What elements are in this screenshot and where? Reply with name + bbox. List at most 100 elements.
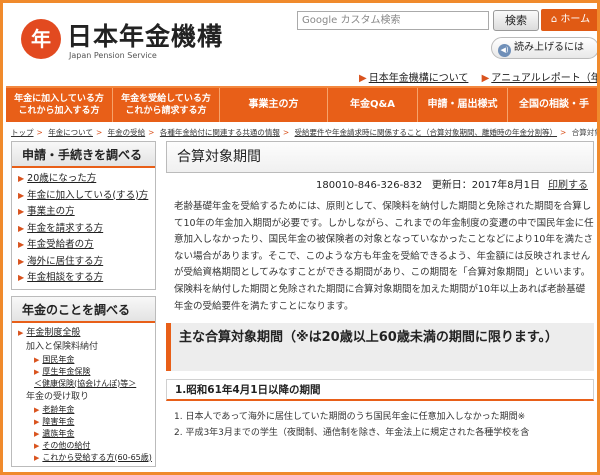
nav-employer[interactable]: 事業主の方 [220, 88, 328, 122]
arrow-icon: ▶ [34, 441, 40, 450]
sidebar-link[interactable]: 障害年金 [42, 417, 74, 426]
top-links: ▶ 日本年金機構について ▶ アニュアルレポート（年 [359, 69, 597, 84]
sidebar-item: ▶ 20歳になった方 [18, 171, 151, 188]
crumb-sep-icon: > [282, 128, 290, 137]
arrow-icon: ▶ [359, 73, 367, 84]
page-frame: 年 日本年金機構 Japan Pension Service Google カス… [0, 0, 600, 475]
main-content: 合算対象期間 180010-846-326-832 更新日：2017年8月1日印… [166, 141, 594, 472]
crumb-sep-icon: > [95, 128, 103, 137]
sidebar-link[interactable]: 年金相談をする方 [27, 272, 103, 283]
crumb-receipt[interactable]: 年金の受給 [108, 128, 146, 137]
readaloud-label: 読み上げるには [514, 42, 584, 53]
list-item: 2. 平成3年3月までの学生（夜間制、通信制を除き、年金法上に規定された各種学校… [174, 428, 530, 439]
arrow-icon: ▶ [34, 367, 40, 376]
arrow-icon: ▶ [34, 453, 40, 462]
sidebar-link[interactable]: 厚生年金保険 ＜健康保険(協会けんぽ)等＞ [34, 367, 136, 388]
intro-paragraph: 老齢基礎年金を受給するためには、原則として、保険料を納付した期間と免除された期間… [174, 201, 594, 312]
link-about[interactable]: 日本年金機構について [369, 73, 469, 84]
logo-mark[interactable]: 年 [21, 19, 61, 59]
logo-subtitle: Japan Pension Service [69, 51, 157, 60]
crumb-current: 合算対象期間 [571, 128, 597, 137]
sidebar-link[interactable]: 年金を請求する方 [27, 223, 103, 234]
print-link[interactable]: 印刷する [548, 180, 588, 191]
sidebar: 申請・手続きを調べる ▶ 20歳になった方 ▶ 年金に加入している(する)方 ▶ 事業… [11, 141, 156, 472]
arrow-icon: ▶ [34, 417, 40, 426]
arrow-icon: ▶ [34, 355, 40, 364]
sidebar-link[interactable]: 年金に加入している(する)方 [27, 190, 148, 201]
nav-receiving[interactable]: 年金を受給している方 これから請求する方 [113, 88, 220, 122]
arrow-icon: ▶ [18, 174, 25, 183]
sidebar-link[interactable]: 20歳になった方 [27, 173, 96, 184]
crumb-requirements[interactable]: 受給要件や年金請求時に関係すること（合算対象期間、離婚時の年金分割等） [295, 128, 558, 137]
updated-date: 更新日：2017年8月1日 [431, 180, 540, 191]
arrow-icon: ▶ [18, 223, 25, 233]
crumb-about[interactable]: 年金について [48, 128, 93, 137]
sidebar-procedures-title: 申請・手続きを調べる [12, 142, 155, 168]
sidebar-link[interactable]: これから受給する方(60-65歳) [42, 453, 152, 462]
sidebar-group-label: 年金の受け取り [26, 391, 90, 402]
arrow-icon: ▶ [18, 256, 25, 266]
home-icon: ⌂ [550, 14, 561, 25]
speaker-icon: ◀) [498, 44, 511, 57]
home-label: ホーム [560, 14, 591, 25]
global-nav: 年金に加入している方 これから加入する方 年金を受給している方 これから請求する… [6, 86, 597, 122]
sidebar-item: ▶ 年金を請求する方 [18, 221, 151, 238]
search-button[interactable]: 検索 [493, 10, 539, 31]
sidebar-group-label: 加入と保険料納付 [26, 341, 99, 352]
sidebar-procedures-box: 申請・手続きを調べる ▶ 20歳になった方 ▶ 年金に加入している(する)方 ▶ 事業… [11, 141, 156, 290]
sidebar-item: ▶ 年金に加入している(する)方 [18, 188, 151, 205]
sidebar-link[interactable]: 事業主の方 [27, 206, 75, 217]
search-input[interactable]: Google カスタム検索 [297, 11, 489, 30]
sidebar-item: ▶ 海外に居住する方 [18, 254, 151, 271]
nav-consultation[interactable]: 全国の相談・手 [508, 88, 597, 122]
breadcrumb: トップ > 年金について > 年金の受給 > 各種年金給付に関連する共通の情報 > 受給… [11, 127, 597, 139]
arrow-icon: ▶ [18, 190, 25, 200]
crumb-sep-icon: > [148, 128, 155, 137]
list-item: 1. 日本人であって海外に居住していた期間のうち国民年金に任意加入しなかった期間… [174, 412, 526, 423]
sidebar-link[interactable]: 年金受給者の方 [27, 239, 94, 250]
sidebar-subitem: ▶ 障害年金 [18, 416, 151, 428]
period-list: 1. 日本人であって海外に居住していた期間のうち国民年金に任意加入しなかった期間… [166, 409, 594, 441]
arrow-icon: ▶ [34, 429, 40, 438]
doc-id: 180010-846-326-832 [316, 180, 423, 191]
logo-text[interactable]: 日本年金機構 [67, 17, 223, 53]
arrow-icon: ▶ [34, 405, 40, 414]
crumb-sep-icon: > [36, 128, 43, 137]
sidebar-link[interactable]: 遺族年金 [42, 429, 74, 438]
home-button[interactable]: ⌂ ホーム [541, 9, 597, 31]
arrow-icon: ▶ [18, 273, 25, 282]
nav-forms[interactable]: 申請・届出様式 [418, 88, 508, 122]
page-meta: 180010-846-326-832 更新日：2017年8月1日 印刷する [166, 179, 594, 193]
sidebar-link[interactable]: 老齢年金 [42, 405, 74, 414]
arrow-icon: ▶ [18, 240, 25, 249]
sidebar-subitem: ▶ その他の給付 [18, 440, 151, 452]
nav-qa[interactable]: 年金Q&A [328, 88, 418, 122]
sidebar-link[interactable]: 国民年金 [42, 355, 74, 364]
sidebar-subitem: ▶ 遺族年金 [18, 428, 151, 440]
section-heading: 主な合算対象期間（※は20歳以上60歳未満の期間に限ります。） [166, 323, 594, 372]
link-annual-report[interactable]: アニュアルレポート（年 [491, 73, 597, 84]
crumb-common-info[interactable]: 各種年金給付に関連する共通の情報 [160, 128, 280, 137]
readaloud-button[interactable]: ◀) 読み上げるには [491, 37, 597, 59]
sidebar-item: ▶ 事業主の方 [18, 204, 151, 221]
page-title: 合算対象期間 [166, 141, 594, 173]
sidebar-subitem: ▶ 厚生年金保険 ＜健康保険(協会けんぽ)等＞ [18, 366, 151, 390]
crumb-top[interactable]: トップ [11, 128, 34, 137]
arrow-icon: ▶ [18, 328, 24, 337]
crumb-sep-icon: > [560, 128, 567, 137]
sidebar-link[interactable]: 年金制度全般 [26, 328, 80, 338]
sidebar-subitem: ▶ 国民年金 [18, 354, 151, 366]
sidebar-item: ▶ 年金受給者の方 [18, 237, 151, 254]
sidebar-link[interactable]: 海外に居住する方 [27, 256, 103, 267]
nav-enrolled[interactable]: 年金に加入している方 これから加入する方 [6, 88, 113, 122]
sidebar-item: ▶ 年金制度全般 [18, 326, 151, 340]
sidebar-link[interactable]: その他の給付 [42, 441, 90, 450]
sidebar-research-box: 年金のことを調べる ▶ 年金制度全般 加入と保険料納付 ▶ 国民年金 ▶ 厚生年金保険… [11, 295, 156, 467]
sidebar-subitem: ▶ これから受給する方(60-65歳) [18, 452, 152, 464]
sidebar-research-title: 年金のことを調べる [12, 296, 155, 323]
arrow-icon: ▶ [18, 207, 25, 216]
subsection-heading: 1.昭和61年4月1日以降の期間 [166, 379, 594, 402]
sidebar-item: ▶ 年金相談をする方 [18, 270, 151, 287]
arrow-icon: ▶ [481, 73, 490, 84]
sidebar-subitem: ▶ 老齢年金 [18, 404, 151, 416]
